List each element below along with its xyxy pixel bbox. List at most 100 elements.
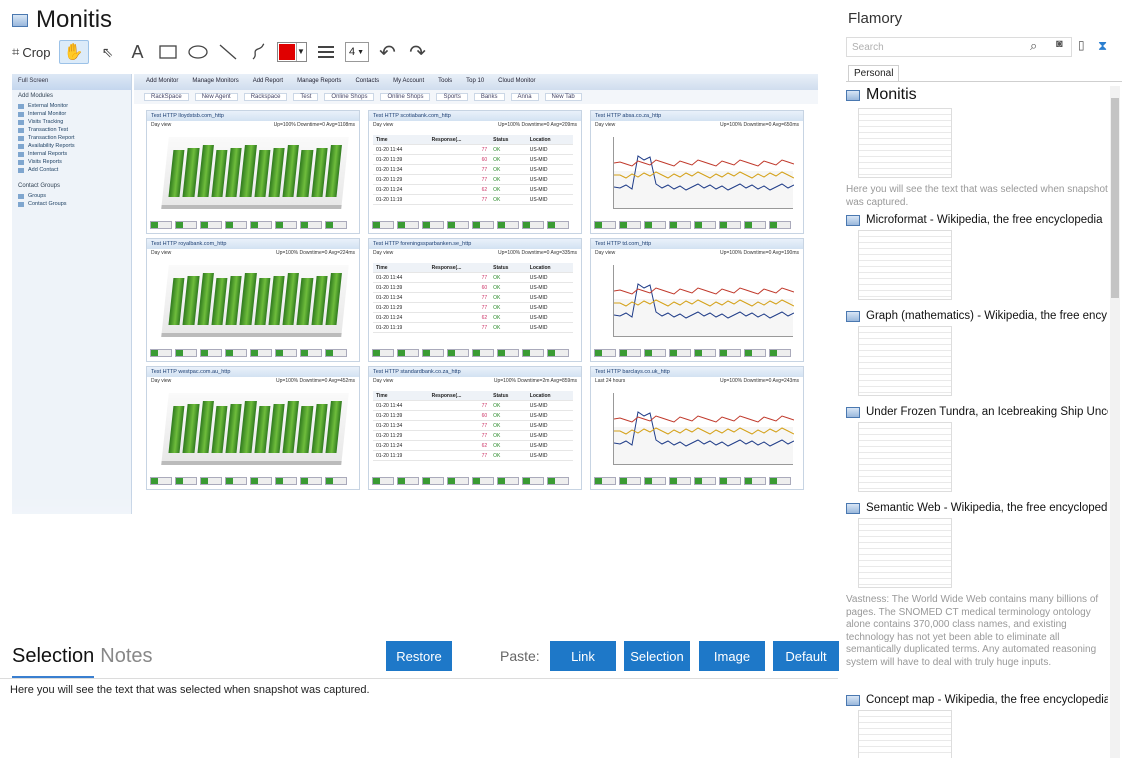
table-cell: US-MID	[526, 292, 573, 303]
tab-selection[interactable]: Selection	[12, 645, 94, 668]
paste-image-button[interactable]: Image	[699, 641, 765, 671]
location-legend	[372, 477, 578, 486]
line-tool-button[interactable]	[217, 40, 239, 64]
location-checkbox	[644, 349, 666, 357]
location-checkbox	[422, 477, 444, 485]
snapshot-list-item[interactable]: Concept map - Wikipedia, the free encycl…	[846, 694, 1108, 758]
snapshot-panel-stats: Up=100% Downtime=0 Avg=650ms	[720, 122, 799, 128]
paste-default-button[interactable]: Default	[773, 641, 839, 671]
sidebar-title: Flamory	[848, 10, 903, 27]
snapshot-panel-title: Test HTTP td.com_http	[591, 239, 803, 249]
scrollbar-thumb[interactable]	[1111, 98, 1119, 298]
snapshot-panel-subheader: Day view Up=100% Downtime=0 Avg=1108ms	[147, 121, 359, 129]
snapshot-thumbnail[interactable]	[858, 326, 952, 396]
series-line	[614, 427, 795, 435]
snapshot-list-item[interactable]: Monitis Here you will see the text that w…	[846, 86, 1108, 209]
snapshot-list-item[interactable]: Semantic Web - Wikipedia, the free encyc…	[846, 502, 1108, 669]
tab-notes[interactable]: Notes	[100, 645, 152, 668]
line-width-button[interactable]	[315, 40, 337, 64]
crop-button[interactable]: ⌗ Crop	[12, 40, 51, 64]
chart-bar	[253, 150, 271, 197]
location-checkbox	[300, 477, 322, 485]
paste-link-button[interactable]: Link	[550, 641, 616, 671]
table-cell: OK	[490, 312, 527, 323]
tab-personal[interactable]: Personal	[848, 65, 900, 81]
snapshot-panel-view: Day view	[373, 122, 394, 128]
snapshot-thumbnail[interactable]	[858, 422, 952, 492]
table-cell: OK	[490, 302, 527, 313]
snapshot-list-item[interactable]: Under Frozen Tundra, an Icebreaking Ship…	[846, 406, 1108, 492]
location-checkbox	[497, 221, 519, 229]
location-checkbox	[175, 477, 197, 485]
line-chart	[613, 393, 795, 465]
window-icon	[12, 13, 28, 27]
snapshot-thumbnail[interactable]	[858, 108, 952, 178]
undo-button[interactable]: ↶	[377, 40, 399, 64]
snapshot-item-title: Monitis	[866, 86, 917, 103]
table-cell: 01-20 11:29	[373, 174, 429, 185]
search-input[interactable]: Search	[846, 37, 1072, 57]
table-row: 01-20 11:39 60 OK US-MID	[373, 410, 573, 421]
location-checkbox	[325, 349, 347, 357]
snapshot-panel: Test HTTP standardbank.co.za_http Day vie…	[368, 366, 582, 490]
camera-icon[interactable]: ◙	[1056, 38, 1063, 50]
snapshot-list-item[interactable]: Graph (mathematics) - Wikipedia, the fre…	[846, 310, 1108, 396]
location-checkbox	[372, 477, 394, 485]
table-cell: US-MID	[526, 420, 573, 431]
table-cell: 01-20 11:44	[373, 144, 429, 155]
table-cell: OK	[490, 440, 527, 451]
table-cell: 77	[428, 174, 491, 185]
snapshot-nav-item: Contact Groups	[12, 200, 131, 208]
hourglass-icon[interactable]: ⧗	[1098, 38, 1107, 54]
snapshot-thumbnail[interactable]	[858, 710, 952, 758]
snapshot-nav-item: Visits Tracking	[12, 118, 131, 126]
rectangle-tool-button[interactable]	[157, 40, 179, 64]
snapshot-thumbnail[interactable]	[858, 518, 952, 588]
location-checkbox	[447, 221, 469, 229]
location-checkbox	[422, 221, 444, 229]
snapshot-list-item[interactable]: Microformat - Wikipedia, the free encycl…	[846, 214, 1108, 300]
ellipse-tool-button[interactable]	[187, 40, 209, 64]
page-title: Monitis	[36, 6, 113, 33]
snapshot-panel-title: Test HTTP lloydstsb.com_http	[147, 111, 359, 121]
table-cell: 01-20 11:34	[373, 292, 429, 303]
snapshot-thumbnail[interactable]	[858, 230, 952, 300]
location-checkbox	[719, 477, 741, 485]
location-checkbox	[300, 349, 322, 357]
paste-selection-button[interactable]: Selection	[624, 641, 690, 671]
table-cell: 77	[428, 164, 491, 175]
chevron-down-icon: ▼	[295, 43, 306, 61]
location-checkbox	[744, 221, 766, 229]
sidebar-scrollbar[interactable]	[1110, 86, 1120, 758]
pointer-tool-button[interactable]: ⇖	[97, 40, 119, 64]
snapshot-panel-subheader: Day view Up=100% Downtime=0 Avg=209ms	[369, 121, 581, 129]
snapshot-panel-stats: Up=100% Downtime=0 Avg=335ms	[498, 250, 577, 256]
chart-bar	[253, 406, 271, 453]
freehand-tool-button[interactable]	[247, 40, 269, 64]
location-checkbox	[547, 221, 569, 229]
table-row: 01-20 11:29 77 OK US-MID	[373, 302, 573, 313]
text-tool-button[interactable]: A	[127, 40, 149, 64]
location-checkbox	[250, 221, 272, 229]
table-header: Location	[526, 135, 573, 145]
hand-tool-button[interactable]: ✋	[58, 40, 89, 64]
table-cell: US-MID	[526, 282, 573, 293]
color-picker[interactable]: ▼	[276, 42, 307, 62]
document-icon[interactable]: ▯	[1078, 38, 1085, 52]
redo-button[interactable]: ↷	[407, 40, 429, 64]
table-cell: 01-20 11:34	[373, 164, 429, 175]
snapshot-panel: Test HTTP lloydstsb.com_http Day view Up=1…	[146, 110, 360, 234]
location-checkbox	[472, 349, 494, 357]
selection-text[interactable]: Here you will see the text that was sele…	[10, 684, 370, 696]
location-checkbox	[397, 477, 419, 485]
snapshot-panel-title: Test HTTP westpac.com.au_http	[147, 367, 359, 377]
line-width-select[interactable]: 4 ▼	[344, 42, 369, 62]
restore-button[interactable]: Restore	[386, 641, 452, 671]
table-row: 01-20 11:34 77 OK US-MID	[373, 292, 573, 303]
search-icon[interactable]: ⌕	[1030, 38, 1037, 54]
redo-icon: ↷	[409, 41, 426, 64]
table-cell: US-MID	[526, 400, 573, 411]
table-cell: US-MID	[526, 144, 573, 155]
snapshot-canvas[interactable]: Full Screen Add Modules External Monitor…	[12, 74, 818, 634]
location-checkbox	[275, 477, 297, 485]
